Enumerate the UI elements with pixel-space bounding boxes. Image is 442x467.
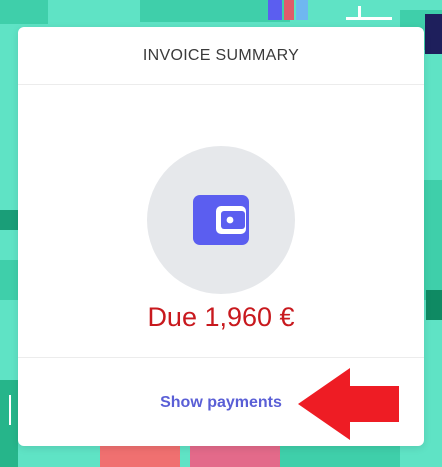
card-title: INVOICE SUMMARY: [18, 27, 424, 85]
amount-due: Due 1,960 €: [147, 302, 295, 332]
wallet-icon: [193, 195, 249, 245]
red-arrow-icon: [298, 368, 399, 440]
divider: [18, 357, 424, 358]
wallet-icon-container: [147, 146, 295, 294]
